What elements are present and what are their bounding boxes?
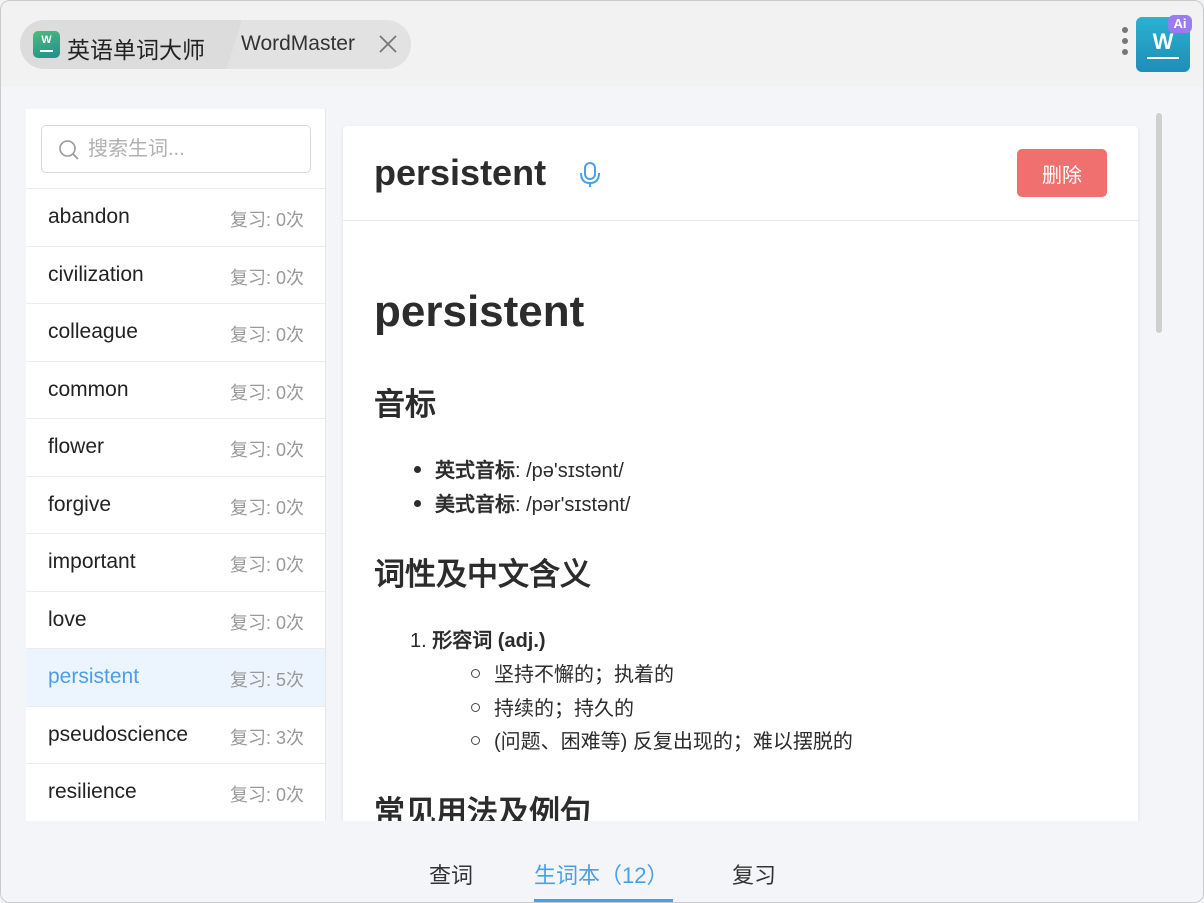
word-sidebar: abandon复习: 0次civilization复习: 0次colleague… bbox=[26, 109, 326, 821]
review-count: 复习: 0次 bbox=[229, 325, 304, 345]
app-window: W 英语单词大师 WordMaster W Ai abandon 复习: 0次 bbox=[0, 0, 1204, 903]
word-list: abandon 复习: 0次 civilization 复习: 0次 colleague… bbox=[26, 188, 325, 821]
search-icon bbox=[59, 140, 79, 160]
review-count: 复习: 0次 bbox=[229, 267, 304, 288]
word-list-item[interactable]: common 复习: 0次 bbox=[26, 360, 325, 418]
word-detail-panel: persistent 删除 persistent 音标 英式音标: /pə'sɪ… bbox=[326, 109, 1166, 821]
us-phonetic: 美式音标: /pər'sɪstənt/ bbox=[414, 488, 630, 517]
word-list-item[interactable]: pseudoscience 复习: 3次 bbox=[26, 705, 325, 763]
review-count: 复习: 0次 bbox=[229, 382, 304, 403]
more-menu-icon[interactable] bbox=[1121, 27, 1129, 59]
review-count: 复习: 0次 bbox=[229, 210, 304, 230]
app-name: 英语单词大师 bbox=[67, 37, 205, 63]
card-header: persistent 删除 bbox=[343, 126, 1138, 221]
meaning-text: (问题、困难等) 反复出现的；难以摆脱的 bbox=[494, 731, 853, 753]
bottom-nav: 查词 生词本（12） 复习 bbox=[1, 821, 1203, 902]
ai-badge: Ai bbox=[1168, 15, 1192, 33]
meaning-item: (问题、困难等) 反复出现的；难以摆脱的 bbox=[471, 725, 853, 754]
title-bar: W 英语单词大师 WordMaster W Ai bbox=[1, 1, 1203, 87]
active-tab-indicator bbox=[534, 899, 673, 902]
word-list-item[interactable]: resilience 复习: 0次 bbox=[26, 763, 325, 821]
review-count: 复习: 0次 bbox=[229, 785, 304, 805]
review-count: 复习: 0次 bbox=[229, 612, 304, 633]
word-list-item[interactable]: important 复习: 0次 bbox=[26, 533, 325, 591]
word-text: common bbox=[48, 377, 129, 401]
close-icon[interactable] bbox=[377, 33, 399, 55]
pos-number: 1. bbox=[410, 630, 427, 652]
phonetics-heading: 音标 bbox=[374, 387, 436, 422]
word-list-item[interactable]: abandon 复习: 0次 bbox=[26, 188, 325, 246]
word-list-item[interactable]: forgive 复习: 0次 bbox=[26, 475, 325, 533]
app-icon-letter: W bbox=[41, 34, 52, 46]
uk-phonetic-value: : /pə'sɪstənt/ bbox=[515, 460, 624, 482]
word-text: abandon bbox=[48, 205, 130, 228]
word-text: important bbox=[48, 550, 136, 573]
word-text: flower bbox=[48, 435, 105, 458]
word-list-item[interactable]: flower 复习: 0次 bbox=[26, 418, 325, 476]
meaning-text: 持续的；持久的 bbox=[494, 698, 634, 720]
word-text: love bbox=[48, 607, 87, 631]
review-count: 复习: 0次 bbox=[229, 555, 304, 575]
word-text: civilization bbox=[48, 262, 144, 286]
meaning-text: 坚持不懈的；执着的 bbox=[494, 664, 674, 686]
us-phonetic-value: : /pər'sɪstənt/ bbox=[515, 494, 631, 516]
word-text: colleague bbox=[48, 320, 138, 343]
usage-heading: 常见用法及例句 bbox=[374, 795, 591, 821]
microphone-icon[interactable] bbox=[579, 161, 601, 189]
pos-label: 形容词 (adj.) bbox=[432, 630, 546, 652]
pos-heading: 词性及中文含义 bbox=[374, 557, 591, 592]
tab-strip: W 英语单词大师 WordMaster bbox=[20, 20, 411, 69]
word-text: resilience bbox=[48, 780, 137, 803]
word-list-item[interactable]: persistent 复习: 5次 bbox=[26, 648, 325, 706]
meaning-item: 坚持不懈的；执着的 bbox=[471, 658, 674, 687]
word-list-item[interactable]: civilization 复习: 0次 bbox=[26, 245, 325, 303]
word-title: persistent bbox=[374, 287, 585, 336]
word-list-item[interactable]: colleague 复习: 0次 bbox=[26, 303, 325, 361]
uk-phonetic: 英式音标: /pə'sɪstənt/ bbox=[414, 454, 624, 483]
scrollbar[interactable] bbox=[1156, 113, 1162, 333]
word-text: pseudoscience bbox=[48, 722, 189, 746]
ai-logo-icon[interactable]: W Ai bbox=[1136, 15, 1192, 72]
header-word: persistent bbox=[374, 152, 547, 193]
word-card: persistent 删除 persistent 音标 英式音标: /pə'sɪ… bbox=[343, 126, 1138, 821]
search-box[interactable] bbox=[41, 125, 311, 173]
word-text: forgive bbox=[48, 492, 112, 516]
app-icon: W bbox=[33, 31, 60, 58]
meaning-item: 持续的；持久的 bbox=[471, 692, 634, 721]
review-count: 复习: 0次 bbox=[229, 497, 304, 518]
uk-phonetic-label: 英式音标 bbox=[435, 460, 515, 482]
pos-item: 1. 形容词 (adj.) bbox=[410, 624, 546, 653]
tab-review[interactable]: 复习 bbox=[732, 858, 776, 890]
review-count: 复习: 3次 bbox=[229, 727, 304, 748]
tab-lookup[interactable]: 查词 bbox=[429, 858, 473, 890]
delete-button[interactable]: 删除 bbox=[1017, 149, 1107, 197]
search-input[interactable] bbox=[88, 134, 298, 164]
review-count: 复习: 5次 bbox=[229, 670, 304, 690]
word-text: persistent bbox=[48, 665, 140, 688]
word-list-item[interactable]: love 复习: 0次 bbox=[26, 590, 325, 648]
us-phonetic-label: 美式音标 bbox=[435, 494, 515, 516]
tab-title[interactable]: WordMaster bbox=[241, 32, 355, 56]
review-count: 复习: 0次 bbox=[229, 440, 304, 460]
tab-wordbook[interactable]: 生词本（12） bbox=[534, 858, 668, 890]
